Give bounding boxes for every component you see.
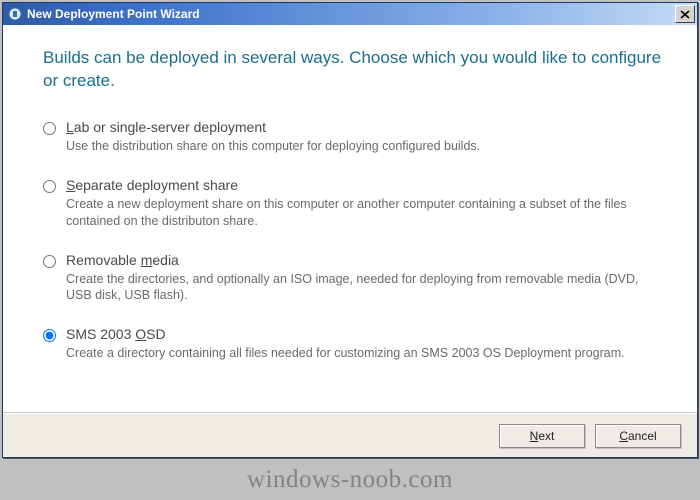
client-area: Builds can be deployed in several ways. … <box>3 25 697 457</box>
radio-lab[interactable] <box>43 122 56 135</box>
option-label: Removable media <box>66 252 665 268</box>
option-sms-osd[interactable]: SMS 2003 OSD Create a directory containi… <box>43 326 665 362</box>
radio-sms-osd[interactable] <box>43 329 56 342</box>
radio-removable[interactable] <box>43 255 56 268</box>
wizard-window: New Deployment Point Wizard Builds can b… <box>2 2 698 458</box>
option-separate[interactable]: Separate deployment share Create a new d… <box>43 177 665 230</box>
content-panel: Builds can be deployed in several ways. … <box>3 25 697 413</box>
option-desc: Create the directories, and optionally a… <box>66 271 665 305</box>
window-title: New Deployment Point Wizard <box>27 7 675 21</box>
option-desc: Use the distribution share on this compu… <box>66 138 665 155</box>
next-button[interactable]: Next <box>499 424 585 448</box>
titlebar: New Deployment Point Wizard <box>3 3 697 25</box>
cancel-button[interactable]: Cancel <box>595 424 681 448</box>
option-label: Lab or single-server deployment <box>66 119 665 135</box>
option-lab[interactable]: Lab or single-server deployment Use the … <box>43 119 665 155</box>
option-label: Separate deployment share <box>66 177 665 193</box>
app-icon <box>7 6 23 22</box>
option-removable[interactable]: Removable media Create the directories, … <box>43 252 665 305</box>
option-desc: Create a directory containing all files … <box>66 345 665 362</box>
page-heading: Builds can be deployed in several ways. … <box>43 47 665 93</box>
button-row: Next Cancel <box>3 413 697 457</box>
close-icon <box>680 10 690 19</box>
close-button[interactable] <box>675 5 695 23</box>
radio-separate[interactable] <box>43 180 56 193</box>
option-label: SMS 2003 OSD <box>66 326 665 342</box>
option-desc: Create a new deployment share on this co… <box>66 196 665 230</box>
watermark: windows-noob.com <box>247 466 453 494</box>
options-group: Lab or single-server deployment Use the … <box>43 119 665 362</box>
